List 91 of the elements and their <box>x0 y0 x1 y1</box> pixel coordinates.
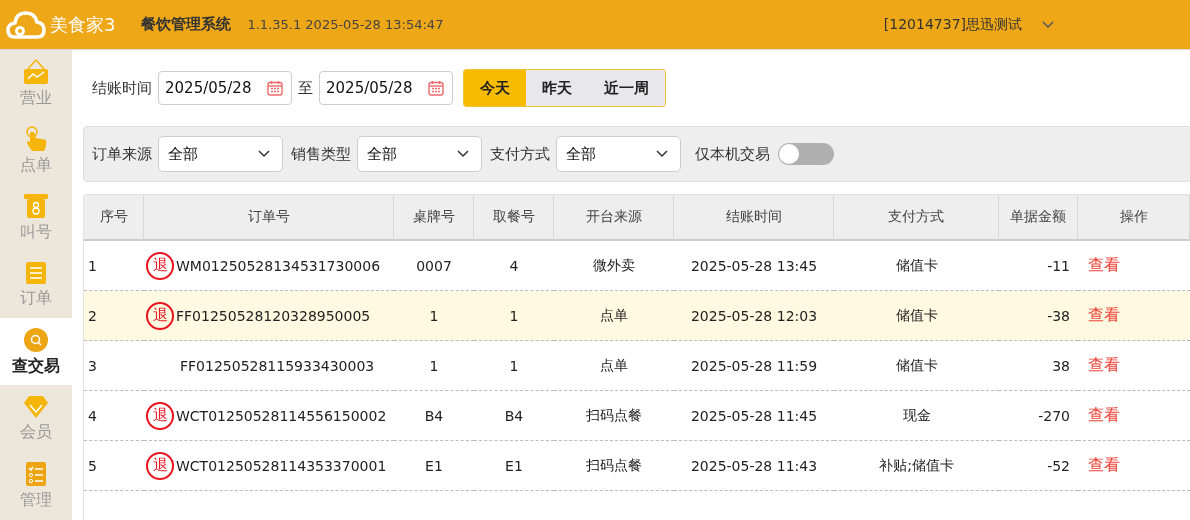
table-cell: 扫码点餐 <box>554 441 674 491</box>
table-cell: 1 <box>474 291 554 341</box>
table-cell: B4 <box>394 391 474 441</box>
range-separator: 至 <box>298 78 313 98</box>
dropdown-caret-icon <box>457 150 469 158</box>
app-title: 餐饮管理系统 <box>141 15 232 34</box>
table-cell: 1 <box>394 291 474 341</box>
column-header: 桌牌号 <box>394 195 474 241</box>
date-range-button[interactable]: 今天 <box>464 70 526 106</box>
table-cell: 点单 <box>554 341 674 391</box>
view-link[interactable]: 查看 <box>1088 305 1120 326</box>
filter-dropdown[interactable]: 全部 <box>357 136 482 172</box>
table-cell: 点单 <box>554 291 674 341</box>
order-number: FF01250528115933430003 <box>180 357 375 374</box>
start-date-field[interactable]: 2025/05/28 <box>158 71 292 105</box>
table-cell: 2025-05-28 12:03 <box>674 291 834 341</box>
table-cell: E1 <box>394 441 474 491</box>
sidebar-item[interactable]: 订单 <box>0 251 72 318</box>
pointing-hand-icon <box>24 125 48 152</box>
filter-dropdown[interactable]: 全部 <box>556 136 681 172</box>
version-timestamp: 1.1.35.1 2025-05-28 13:54:47 <box>247 17 444 32</box>
order-number: FF01250528120328950005 <box>176 307 371 324</box>
table-cell: 补贴;储值卡 <box>834 441 999 491</box>
sidebar-item[interactable]: 点单 <box>0 117 72 184</box>
sidebar-item[interactable]: 管理 <box>0 452 72 519</box>
view-link[interactable]: 查看 <box>1088 455 1120 476</box>
table-cell: 5 <box>84 441 144 491</box>
table-cell: -52 <box>999 441 1078 491</box>
dropdown-caret-icon <box>258 150 270 158</box>
table-cell: -38 <box>999 291 1078 341</box>
column-header: 结账时间 <box>674 195 834 241</box>
column-header: 开台来源 <box>554 195 674 241</box>
table-cell: 1 <box>394 341 474 391</box>
sidebar-item[interactable]: 营业 <box>0 50 72 117</box>
chart-sign-icon <box>22 58 50 85</box>
refund-stamp: 退 <box>146 251 174 280</box>
column-header: 订单号 <box>144 195 394 241</box>
end-date-field[interactable]: 2025/05/28 <box>319 71 453 105</box>
table-cell: 扫码点餐 <box>554 391 674 441</box>
table-cell: 38 <box>999 341 1078 391</box>
table-cell: 现金 <box>834 391 999 441</box>
view-link[interactable]: 查看 <box>1088 355 1120 376</box>
filter-dropdown[interactable]: 全部 <box>158 136 283 172</box>
table-cell: 3 <box>84 341 144 391</box>
sidebar-item[interactable]: 叫号 <box>0 184 72 251</box>
column-header: 单据金额 <box>999 195 1078 241</box>
date-range-button[interactable]: 昨天 <box>526 70 588 106</box>
number-ticket-icon <box>23 192 49 219</box>
calendar-icon[interactable] <box>428 80 444 96</box>
refund-stamp: 退 <box>146 301 174 330</box>
local-only-toggle[interactable] <box>778 143 834 165</box>
account-caret-icon <box>1042 20 1054 29</box>
filter-label: 订单来源 <box>92 144 152 164</box>
date-range-button[interactable]: 近一周 <box>588 70 665 106</box>
order-number: WCT01250528114556150002 <box>176 407 387 424</box>
table-cell: 2 <box>84 291 144 341</box>
cloud-logo-icon <box>6 9 46 40</box>
table-cell: 2025-05-28 11:59 <box>674 341 834 391</box>
column-header: 取餐号 <box>474 195 554 241</box>
filter-label: 支付方式 <box>490 144 550 164</box>
table-cell: 4 <box>84 391 144 441</box>
table-cell: 2025-05-28 11:45 <box>674 391 834 441</box>
table-cell: -270 <box>999 391 1078 441</box>
order-number: WCT01250528114353370001 <box>176 457 387 474</box>
checkout-time-label: 结账时间 <box>92 78 152 98</box>
column-header: 序号 <box>84 195 144 241</box>
filter-label: 销售类型 <box>291 144 351 164</box>
checklist-icon <box>25 460 47 487</box>
table-cell: 1 <box>474 341 554 391</box>
table-cell: E1 <box>474 441 554 491</box>
order-number: WM01250528134531730006 <box>176 257 381 274</box>
refund-stamp: 退 <box>146 401 174 430</box>
account-name[interactable]: [12014737]思迅测试 <box>883 15 1022 34</box>
view-link[interactable]: 查看 <box>1088 405 1120 426</box>
diamond-icon <box>23 394 49 419</box>
table-cell: 储值卡 <box>834 291 999 341</box>
column-header: 操作 <box>1078 195 1190 241</box>
document-icon <box>25 260 47 285</box>
calendar-icon[interactable] <box>267 80 283 96</box>
table-cell: B4 <box>474 391 554 441</box>
toggle-label: 仅本机交易 <box>695 144 770 164</box>
sidebar-item[interactable]: 会员 <box>0 385 72 452</box>
column-header: 支付方式 <box>834 195 999 241</box>
brand-name: 美食家3 <box>50 12 116 37</box>
refund-stamp: 退 <box>146 451 174 480</box>
search-icon <box>23 326 49 353</box>
table-cell: 储值卡 <box>834 341 999 391</box>
table-cell: 2025-05-28 11:43 <box>674 441 834 491</box>
sidebar-item[interactable]: 查交易 <box>0 318 72 385</box>
dropdown-caret-icon <box>656 150 668 158</box>
view-link[interactable]: 查看 <box>1088 255 1120 276</box>
